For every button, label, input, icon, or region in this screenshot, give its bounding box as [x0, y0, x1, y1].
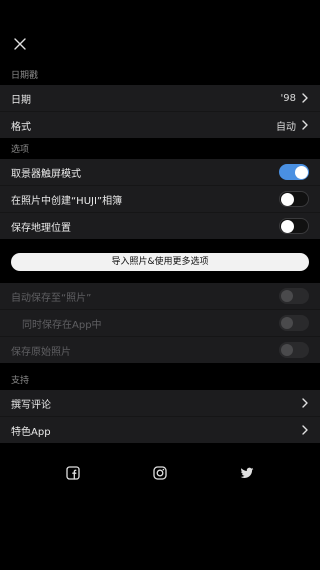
save-original-label: 保存原始照片: [11, 346, 71, 358]
import-wrap: 导入照片&使用更多选项: [0, 239, 320, 283]
create-album-row: 在照片中创建“HUJI”相簿: [0, 186, 320, 213]
instagram-icon[interactable]: [153, 465, 167, 480]
save-in-app-label: 同时保存在App中: [22, 319, 102, 331]
write-review-label: 撰写评论: [11, 399, 51, 411]
options-group: 取景器触屏模式 在照片中创建“HUJI”相簿 保存地理位置: [0, 159, 320, 239]
date-row[interactable]: 日期 '98: [0, 85, 320, 112]
save-location-label: 保存地理位置: [11, 222, 71, 234]
chevron-right-icon: [301, 425, 309, 435]
save-in-app-toggle[interactable]: [279, 315, 309, 331]
section-label-support: 支持: [11, 376, 30, 386]
write-review-row[interactable]: 撰写评论: [0, 390, 320, 417]
save-location-toggle[interactable]: [279, 218, 309, 234]
facebook-icon[interactable]: [66, 465, 80, 480]
section-label-date: 日期戳: [11, 71, 39, 81]
top-bar: [0, 0, 320, 64]
date-group: 日期 '98 格式 自动: [0, 85, 320, 138]
format-row[interactable]: 格式 自动: [0, 112, 320, 138]
chevron-right-icon: [301, 120, 309, 130]
close-icon[interactable]: [12, 36, 28, 52]
section-label-options: 选项: [11, 145, 30, 155]
viewfinder-touch-toggle[interactable]: [279, 164, 309, 180]
save-original-toggle[interactable]: [279, 342, 309, 358]
chevron-right-icon: [301, 93, 309, 103]
featured-app-row[interactable]: 特色App: [0, 417, 320, 443]
toggle-knob: [281, 317, 293, 329]
viewfinder-touch-row: 取景器触屏模式: [0, 159, 320, 186]
toggle-knob: [281, 192, 294, 206]
import-photos-button[interactable]: 导入照片&使用更多选项: [11, 253, 309, 271]
format-value: 自动: [276, 121, 296, 133]
format-label: 格式: [11, 121, 31, 133]
chevron-right-icon: [301, 398, 309, 408]
twitter-icon[interactable]: [240, 465, 254, 479]
toggle-knob: [281, 290, 293, 302]
save-in-app-row: 同时保存在App中: [0, 310, 320, 337]
toggle-knob: [281, 219, 294, 233]
create-album-label: 在照片中创建“HUJI”相簿: [11, 195, 123, 207]
save-original-row: 保存原始照片: [0, 337, 320, 363]
date-label: 日期: [11, 94, 31, 106]
auto-save-toggle[interactable]: [279, 288, 309, 304]
social-links: [0, 453, 320, 491]
save-location-row: 保存地理位置: [0, 213, 320, 239]
toggle-knob: [281, 344, 293, 356]
featured-app-label: 特色App: [11, 426, 51, 438]
create-album-toggle[interactable]: [279, 191, 309, 207]
support-group: 撰写评论 特色App: [0, 390, 320, 443]
date-value: '98: [280, 92, 296, 104]
viewfinder-touch-label: 取景器触屏模式: [11, 168, 81, 180]
auto-save-label: 自动保存至“照片”: [11, 292, 92, 304]
locked-options-group: 自动保存至“照片” 同时保存在App中 保存原始照片: [0, 283, 320, 363]
toggle-knob: [295, 165, 308, 179]
auto-save-row: 自动保存至“照片”: [0, 283, 320, 310]
